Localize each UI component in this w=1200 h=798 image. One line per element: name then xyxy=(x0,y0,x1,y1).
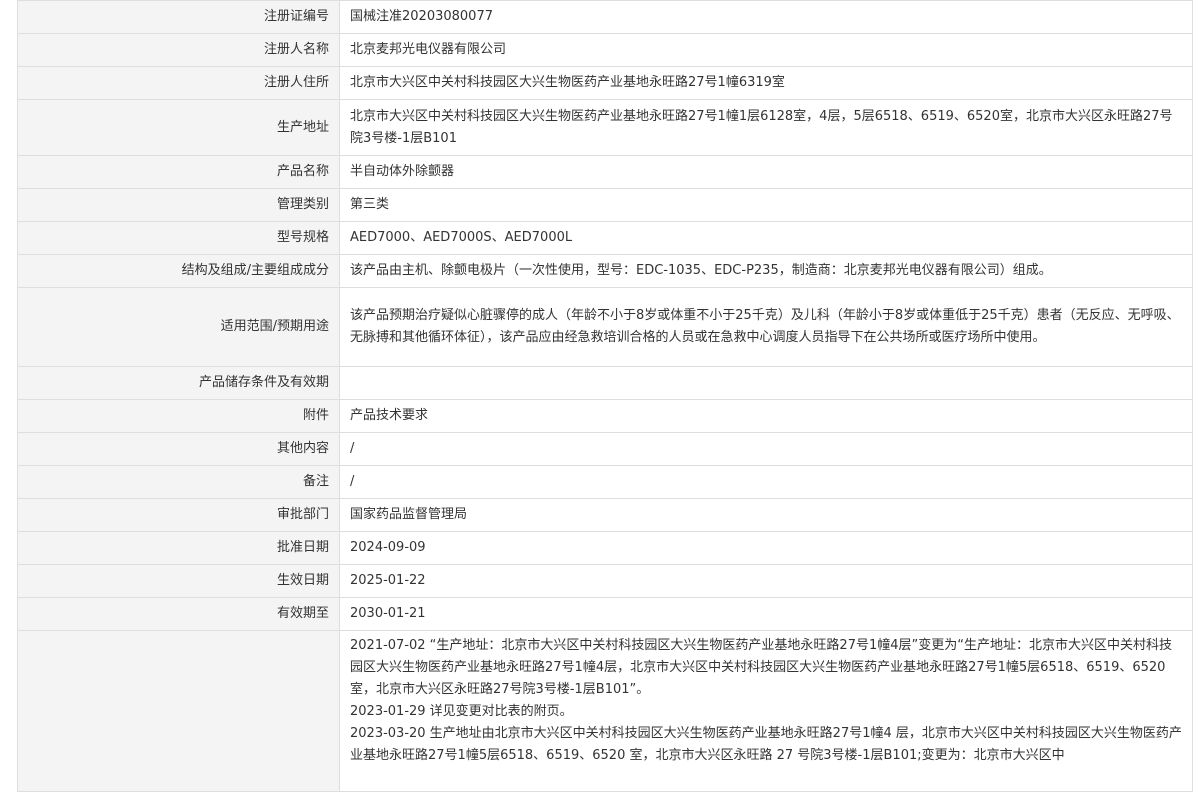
field-value: 半自动体外除颤器 xyxy=(339,155,1193,189)
field-label: 审批部门 xyxy=(17,498,340,532)
field-value xyxy=(339,366,1193,400)
row-registrant-name: 注册人名称 北京麦邦光电仪器有限公司 xyxy=(17,33,1193,67)
change-entry: 2023-03-20 生产地址由北京市大兴区中关村科技园区大兴生物医药产业基地永… xyxy=(350,726,1182,763)
row-storage-validity: 产品储存条件及有效期 xyxy=(17,366,1193,400)
field-label: 注册人名称 xyxy=(17,33,340,67)
field-value: 2030-01-21 xyxy=(339,597,1193,631)
field-label: 其他内容 xyxy=(17,432,340,466)
field-label: 注册证编号 xyxy=(17,0,340,34)
field-value: 国家药品监督管理局 xyxy=(339,498,1193,532)
row-intended-use: 适用范围/预期用途 该产品预期治疗疑似心脏骤停的成人（年龄不小于8岁或体重不小于… xyxy=(17,287,1193,367)
field-label: 管理类别 xyxy=(17,188,340,222)
row-valid-until: 有效期至 2030-01-21 xyxy=(17,597,1193,631)
field-label: 注册人住所 xyxy=(17,66,340,100)
field-label: 产品储存条件及有效期 xyxy=(17,366,340,400)
row-management-class: 管理类别 第三类 xyxy=(17,188,1193,222)
field-value: 北京市大兴区中关村科技园区大兴生物医药产业基地永旺路27号1幢1层6128室，4… xyxy=(339,99,1193,156)
change-entry: 2023-01-29 详见变更对比表的附页。 xyxy=(350,704,573,719)
row-attachment: 附件 产品技术要求 xyxy=(17,399,1193,433)
field-label xyxy=(17,630,340,792)
field-value: 国械注准20203080077 xyxy=(339,0,1193,34)
field-value: 该产品预期治疗疑似心脏骤停的成人（年龄不小于8岁或体重不小于25千克）及儿科（年… xyxy=(339,287,1193,367)
row-production-address: 生产地址 北京市大兴区中关村科技园区大兴生物医药产业基地永旺路27号1幢1层61… xyxy=(17,99,1193,156)
field-value: 北京市大兴区中关村科技园区大兴生物医药产业基地永旺路27号1幢6319室 xyxy=(339,66,1193,100)
field-value: 2025-01-22 xyxy=(339,564,1193,598)
row-change-history: 2021-07-02 “生产地址：北京市大兴区中关村科技园区大兴生物医药产业基地… xyxy=(17,630,1193,792)
row-approval-date: 批准日期 2024-09-09 xyxy=(17,531,1193,565)
field-label: 批准日期 xyxy=(17,531,340,565)
change-entry: 2021-07-02 “生产地址：北京市大兴区中关村科技园区大兴生物医药产业基地… xyxy=(350,638,1172,697)
field-value: / xyxy=(339,465,1193,499)
field-value: 北京麦邦光电仪器有限公司 xyxy=(339,33,1193,67)
field-value: 2024-09-09 xyxy=(339,531,1193,565)
row-approval-department: 审批部门 国家药品监督管理局 xyxy=(17,498,1193,532)
row-remarks: 备注 / xyxy=(17,465,1193,499)
row-product-name: 产品名称 半自动体外除颤器 xyxy=(17,155,1193,189)
field-label: 结构及组成/主要组成成分 xyxy=(17,254,340,288)
change-history-value: 2021-07-02 “生产地址：北京市大兴区中关村科技园区大兴生物医药产业基地… xyxy=(339,630,1193,792)
field-label: 备注 xyxy=(17,465,340,499)
row-model-spec: 型号规格 AED7000、AED7000S、AED7000L xyxy=(17,221,1193,255)
field-label: 生效日期 xyxy=(17,564,340,598)
field-label: 适用范围/预期用途 xyxy=(17,287,340,367)
field-label: 有效期至 xyxy=(17,597,340,631)
row-effective-date: 生效日期 2025-01-22 xyxy=(17,564,1193,598)
registration-table: 注册证编号 国械注准20203080077 注册人名称 北京麦邦光电仪器有限公司… xyxy=(17,0,1193,792)
field-value: AED7000、AED7000S、AED7000L xyxy=(339,221,1193,255)
field-value: 该产品由主机、除颤电极片（一次性使用，型号：EDC-1035、EDC-P235，… xyxy=(339,254,1193,288)
row-structure-composition: 结构及组成/主要组成成分 该产品由主机、除颤电极片（一次性使用，型号：EDC-1… xyxy=(17,254,1193,288)
field-value: 产品技术要求 xyxy=(339,399,1193,433)
field-value: 第三类 xyxy=(339,188,1193,222)
row-other-content: 其他内容 / xyxy=(17,432,1193,466)
field-label: 生产地址 xyxy=(17,99,340,156)
field-label: 型号规格 xyxy=(17,221,340,255)
field-label: 附件 xyxy=(17,399,340,433)
field-label: 产品名称 xyxy=(17,155,340,189)
registration-info-panel: 注册证编号 国械注准20203080077 注册人名称 北京麦邦光电仪器有限公司… xyxy=(17,0,1193,792)
row-registrant-address: 注册人住所 北京市大兴区中关村科技园区大兴生物医药产业基地永旺路27号1幢631… xyxy=(17,66,1193,100)
field-value: / xyxy=(339,432,1193,466)
row-registration-number: 注册证编号 国械注准20203080077 xyxy=(17,0,1193,34)
